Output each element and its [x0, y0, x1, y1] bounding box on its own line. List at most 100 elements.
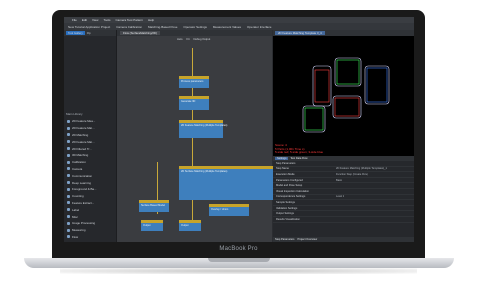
folder-icon: [67, 235, 70, 239]
property-key: Validation Settings: [276, 206, 298, 210]
library-item[interactable]: Calibration: [64, 159, 116, 166]
tab-test-data-flow[interactable]: Test Data Flow: [290, 157, 307, 160]
toolbar-calibration[interactable]: Camera Calibration: [116, 25, 142, 29]
library-item[interactable]: Misc: [64, 213, 116, 220]
property-value: Level 1: [336, 195, 345, 199]
property-key: Output Settings: [276, 212, 294, 216]
library-item-label: Counting: [72, 194, 84, 199]
node-output-2[interactable]: Output: [141, 220, 163, 231]
property-value: 2D Feature Matching (Multiple Templates)…: [336, 167, 387, 171]
right-panel: 2D Feature Matching Template 3_4 Scene: …: [273, 30, 414, 242]
tab-flow[interactable]: Flow (SurfaceMatching/2D): [120, 31, 160, 35]
library-item[interactable]: Deep Learning: [64, 179, 116, 186]
toolbar-interface[interactable]: Operator Interface: [247, 25, 271, 29]
library-item[interactable]: Image Processing: [64, 220, 116, 227]
library-item[interactable]: Communication: [64, 172, 116, 179]
folder-icon: [67, 228, 70, 232]
library-item[interactable]: 2D Matching: [64, 132, 116, 139]
property-key: Execution Mode: [276, 172, 295, 176]
library-item-label: 2D Feature Mat...: [72, 126, 95, 131]
folder-icon: [67, 221, 70, 225]
properties-panel: Settings Test Data Flow Step Parameters …: [273, 156, 414, 242]
property-key: Sample Settings: [276, 200, 295, 204]
library-item[interactable]: Camera: [64, 166, 116, 173]
folder-icon: [67, 174, 70, 178]
library-item[interactable]: 2D Feature Mat...: [64, 125, 116, 132]
tab-op[interactable]: Op: [87, 31, 91, 35]
menu-edit[interactable]: Edit: [82, 18, 87, 22]
toolbar-measurements[interactable]: Measurement Values: [213, 25, 241, 29]
menu-help[interactable]: Help: [148, 18, 154, 22]
library-item[interactable]: 2D Feature Mat...: [64, 138, 116, 145]
menu-file[interactable]: File: [72, 18, 77, 22]
property-row[interactable]: Results Visualization: [273, 217, 414, 223]
toolbar-settings[interactable]: Operator Settings: [183, 25, 207, 29]
library-item-label: Deep Learning: [72, 180, 91, 185]
library-item[interactable]: 3D Matching: [64, 152, 116, 159]
node-generate[interactable]: Generate 3D: [179, 96, 209, 110]
matching-result-drawing: [302, 57, 390, 133]
node-overlay[interactable]: Overlay / Union: [209, 204, 249, 216]
property-key: Model and Pose Setup: [276, 184, 303, 188]
node-surface-matching[interactable]: 2D Surface Matching (Multiple Templates): [179, 166, 283, 200]
folder-icon: [67, 208, 70, 212]
tab-tool-gallery[interactable]: Tool Gallery: [66, 31, 85, 35]
tab-viewer[interactable]: 2D Feature Matching Template 3_4: [275, 31, 325, 35]
menu-view[interactable]: View: [92, 18, 98, 22]
library-item-label: Measuring: [72, 228, 86, 233]
toolbar-pose[interactable]: Matching-Based Pose: [148, 25, 177, 29]
overlay-line: 5-side red; 5-side green; 3-side blue: [275, 150, 324, 155]
folder-icon: [67, 126, 70, 130]
menu-tools[interactable]: Tools: [103, 18, 110, 22]
library-header: Main Library: [66, 112, 83, 116]
library-item[interactable]: Feature Extract...: [64, 200, 116, 207]
left-tabs: Tool Gallery Op: [64, 30, 116, 36]
library-item[interactable]: Flow: [64, 234, 116, 241]
tab-project-overview[interactable]: Project Overview: [297, 238, 317, 241]
flow-canvas[interactable]: Flow (SurfaceMatching/2D) Auto Fit Debug…: [117, 30, 283, 242]
folder-icon: [67, 187, 70, 191]
folder-icon: [67, 153, 70, 157]
library-item[interactable]: Foreground & Ba...: [64, 186, 116, 193]
library-item-label: Image Processing: [72, 221, 96, 226]
folder-icon: [67, 194, 70, 198]
tab-step-parameters[interactable]: Step Parameters: [275, 238, 294, 241]
laptop-notch: [208, 258, 270, 262]
library-item-label: Misc: [72, 214, 78, 219]
library-item-label: Calibration: [72, 160, 86, 165]
screen: File Edit View Tools Camera Test Pattern…: [64, 17, 414, 242]
library-item-label: Communication: [72, 173, 93, 178]
property-key: Step Name: [276, 167, 289, 171]
result-overlay: Scene: 4 5 Parts (1,001 Time s) 5-side r…: [275, 143, 324, 155]
property-value: Function Step (Create Flow): [336, 172, 369, 176]
folder-icon: [67, 147, 70, 151]
bottom-tabs: Step Parameters Project Overview: [273, 237, 414, 242]
node-output[interactable]: Output: [179, 220, 201, 231]
library-item-label: 2D Feature Mea...: [72, 119, 96, 124]
library-item[interactable]: Counting: [64, 193, 116, 200]
canvas-tabline: Flow (SurfaceMatching/2D): [117, 30, 272, 36]
folder-icon: [67, 167, 70, 171]
library-item[interactable]: Measuring: [64, 227, 116, 234]
toolbar: New Tutorial Application Project Camera …: [64, 23, 414, 30]
tab-settings[interactable]: Settings: [275, 157, 289, 160]
brand-label: MacBook Pro: [219, 246, 258, 252]
opt-auto[interactable]: Auto: [177, 38, 183, 41]
library-item[interactable]: Label: [64, 206, 116, 213]
library-item[interactable]: 2D Feature Mea...: [64, 118, 116, 125]
opt-fit[interactable]: Fit: [187, 38, 190, 41]
image-viewer[interactable]: [273, 36, 414, 156]
library-item-label: Flow: [72, 234, 79, 239]
library-item[interactable]: 2D Filtered Tr...: [64, 145, 116, 152]
node-feature-matching[interactable]: 2D Feature Matching (Multiple Templates): [179, 120, 227, 138]
property-value: Basic: [336, 178, 343, 182]
folder-icon: [67, 140, 70, 144]
opt-debug[interactable]: Debug Output: [194, 38, 211, 41]
folder-icon: [67, 119, 70, 123]
library-item-label: 2D Matching: [72, 132, 89, 137]
node-process[interactable]: Process parameters: [179, 76, 209, 88]
node-surface-model[interactable]: Surface Based Model: [139, 200, 169, 212]
menu-camera[interactable]: Camera Test Pattern: [115, 18, 142, 22]
left-panel: Tool Gallery Op Main Library 2D Feature …: [64, 30, 117, 242]
toolbar-new-project[interactable]: New Tutorial Application Project: [68, 25, 110, 29]
